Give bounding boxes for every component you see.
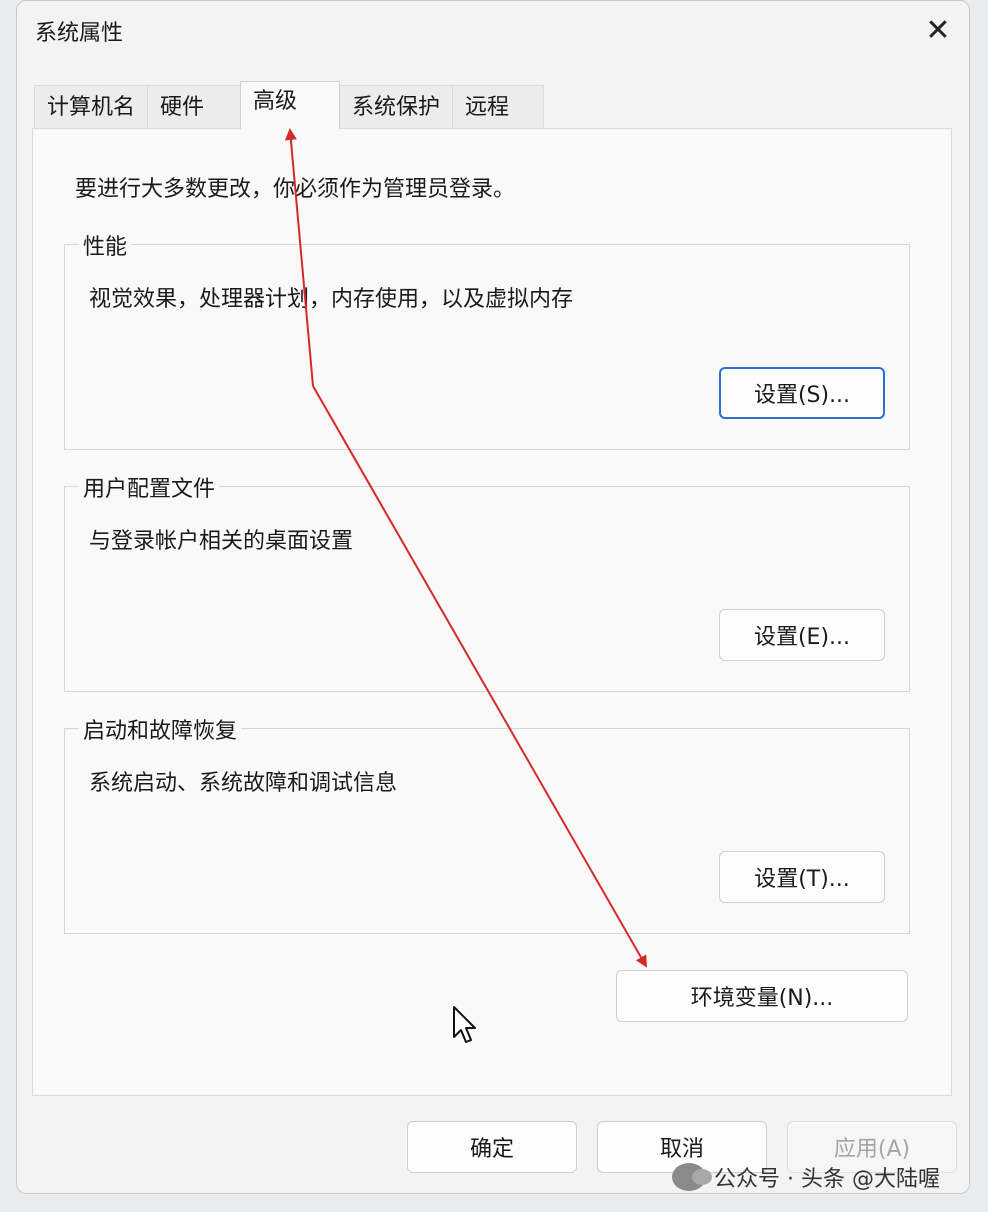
- tab-advanced[interactable]: 高级: [240, 81, 341, 129]
- performance-group-label: 性能: [79, 229, 132, 261]
- tab-remote[interactable]: 远程: [452, 85, 545, 129]
- startup-recovery-group: 启动和故障恢复 系统启动、系统故障和调试信息 设置(T)...: [64, 713, 910, 934]
- close-button[interactable]: ✕: [917, 11, 959, 49]
- system-properties-dialog: 系统属性 ✕ 计算机名 硬件 高级 系统保护 远程 要进行大多数更改，你必须作为…: [16, 0, 970, 1194]
- ok-button[interactable]: 确定: [407, 1121, 577, 1173]
- environment-variables-button[interactable]: 环境变量(N)...: [616, 970, 908, 1022]
- startup-recovery-group-label: 启动和故障恢复: [79, 713, 242, 745]
- performance-settings-button[interactable]: 设置(S)...: [719, 367, 885, 419]
- tab-computer-name[interactable]: 计算机名: [34, 85, 149, 129]
- startup-recovery-settings-button[interactable]: 设置(T)...: [719, 851, 885, 903]
- user-profiles-settings-button[interactable]: 设置(E)...: [719, 609, 885, 661]
- wechat-icon: [672, 1163, 712, 1191]
- user-profiles-group-label: 用户配置文件: [79, 471, 220, 503]
- close-icon: ✕: [925, 12, 951, 48]
- watermark: 公众号 · 头条 @大陆喔: [672, 1155, 972, 1199]
- tab-bar: 计算机名 硬件 高级 系统保护 远程: [34, 81, 545, 129]
- mouse-cursor-icon: [453, 1006, 476, 1043]
- watermark-text: 公众号 · 头条 @大陆喔: [714, 1167, 940, 1192]
- tab-system-protection[interactable]: 系统保护: [339, 85, 454, 129]
- user-profiles-group: 用户配置文件 与登录帐户相关的桌面设置 设置(E)...: [64, 471, 910, 692]
- tab-hardware[interactable]: 硬件: [147, 85, 242, 129]
- startup-recovery-description: 系统启动、系统故障和调试信息: [89, 771, 398, 796]
- admin-notice: 要进行大多数更改，你必须作为管理员登录。: [75, 177, 516, 202]
- advanced-tab-panel: 要进行大多数更改，你必须作为管理员登录。 性能 视觉效果，处理器计划，内存使用，…: [32, 128, 952, 1096]
- performance-group: 性能 视觉效果，处理器计划，内存使用，以及虚拟内存 设置(S)...: [64, 229, 910, 450]
- user-profiles-description: 与登录帐户相关的桌面设置: [89, 529, 354, 554]
- window-title: 系统属性: [35, 21, 124, 46]
- performance-description: 视觉效果，处理器计划，内存使用，以及虚拟内存: [89, 287, 574, 312]
